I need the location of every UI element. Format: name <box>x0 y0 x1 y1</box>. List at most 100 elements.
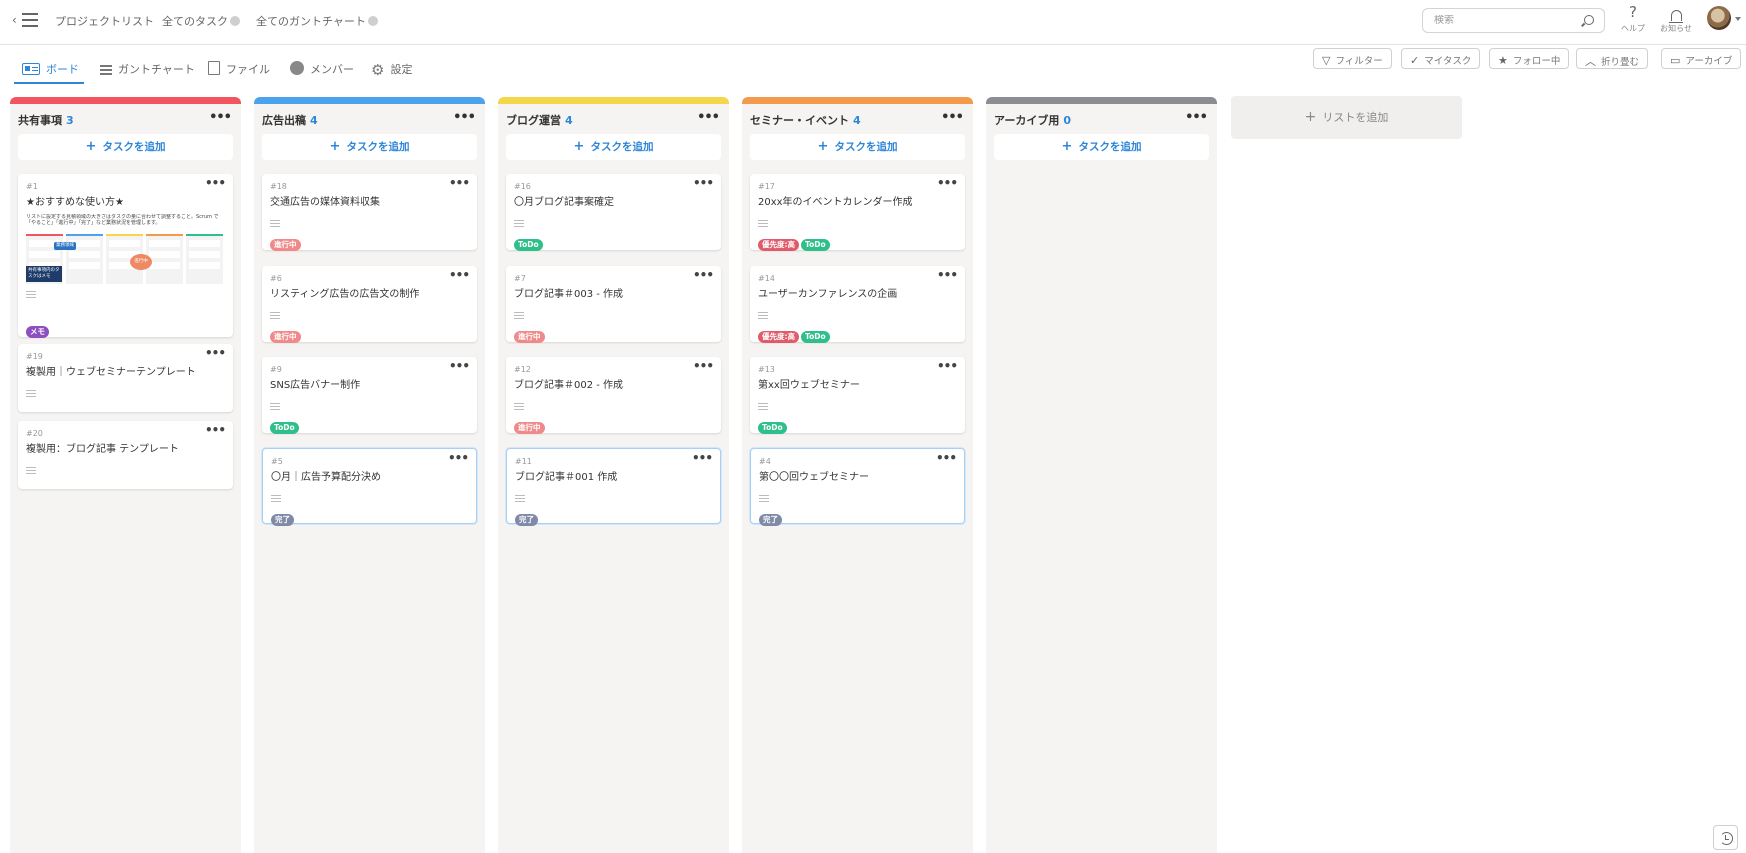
mytask-button[interactable]: ✓ マイタスク <box>1401 48 1481 69</box>
card-more-icon[interactable]: ••• <box>205 346 226 360</box>
task-title: リスティング広告の広告文の制作 <box>270 289 420 300</box>
card-more-icon[interactable]: ••• <box>449 359 470 373</box>
status-badge[interactable]: 進行中 <box>514 331 545 343</box>
all-tasks-link[interactable]: 全てのタスク <box>162 13 240 29</box>
status-badge[interactable]: 進行中 <box>270 239 301 251</box>
list-title[interactable]: 広告出稿 4 <box>262 112 318 128</box>
task-card[interactable]: #4 ••• 第〇〇回ウェブセミナー 完了 <box>750 448 965 526</box>
card-more-icon[interactable]: ••• <box>448 451 469 465</box>
tab-files[interactable]: ファイル <box>208 52 270 84</box>
notification-button[interactable]: お知らせ <box>1656 2 1696 34</box>
tag-list: 進行中 <box>270 324 303 343</box>
card-more-icon[interactable]: ••• <box>937 359 958 373</box>
card-more-icon[interactable]: ••• <box>692 451 713 465</box>
task-number: #16 <box>514 182 531 191</box>
task-card[interactable]: #17 ••• 20xx年のイベントカレンダー作成 優先度:高 ToDo <box>750 174 965 251</box>
member-icon <box>290 61 304 75</box>
collapse-button[interactable]: ︿ 折り畳む <box>1576 48 1649 69</box>
tag-list: 進行中 <box>514 324 547 343</box>
avatar <box>1707 6 1731 30</box>
status-badge[interactable]: ToDo <box>514 239 543 251</box>
list-more-icon[interactable]: ••• <box>1185 110 1208 125</box>
task-card[interactable]: #11 ••• ブログ記事＃001 作成 完了 <box>506 448 721 526</box>
status-badge[interactable]: 進行中 <box>270 331 301 343</box>
list-more-icon[interactable]: ••• <box>209 110 232 125</box>
add-task-button[interactable]: + タスクを追加 <box>750 134 965 160</box>
add-task-button[interactable]: + タスクを追加 <box>994 134 1209 160</box>
card-more-icon[interactable]: ••• <box>937 176 958 190</box>
mytask-label: マイタスク <box>1424 56 1472 67</box>
status-badge[interactable]: 優先度:高 <box>758 331 799 343</box>
card-more-icon[interactable]: ••• <box>205 176 226 190</box>
search-box[interactable] <box>1422 8 1605 33</box>
task-card[interactable]: #18 ••• 交通広告の媒体資料収集 進行中 <box>262 174 477 251</box>
funnel-icon: ▽ <box>1322 54 1331 67</box>
card-more-icon[interactable]: ••• <box>693 359 714 373</box>
menu-toggle-icon[interactable]: ‹ <box>12 11 38 29</box>
card-more-icon[interactable]: ••• <box>693 268 714 282</box>
task-card[interactable]: #19 ••• 複製用｜ウェブセミナーテンプレート <box>18 344 233 412</box>
tab-members[interactable]: メンバー <box>290 52 354 84</box>
status-badge[interactable]: 完了 <box>271 514 294 526</box>
tab-gantt[interactable]: ガントチャート <box>100 52 195 84</box>
all-gantt-link[interactable]: 全てのガントチャート <box>256 13 378 29</box>
list-title[interactable]: ブログ運営 4 <box>506 112 573 128</box>
add-task-button[interactable]: + タスクを追加 <box>262 134 477 160</box>
task-card[interactable]: #20 ••• 複製用：ブログ記事 テンプレート <box>18 421 233 489</box>
task-card[interactable]: #5 ••• 〇月｜広告予算配分決め 完了 <box>262 448 477 526</box>
add-task-button[interactable]: + タスクを追加 <box>506 134 721 160</box>
help-button[interactable]: ? ヘルプ <box>1613 2 1653 34</box>
card-more-icon[interactable]: ••• <box>936 451 957 465</box>
tab-members-label: メンバー <box>310 63 354 76</box>
user-menu[interactable] <box>1707 6 1743 32</box>
status-badge[interactable]: ToDo <box>270 422 299 434</box>
card-more-icon[interactable]: ••• <box>449 176 470 190</box>
status-badge[interactable]: 完了 <box>759 514 782 526</box>
status-badge[interactable]: メモ <box>26 326 49 338</box>
task-card[interactable]: #6 ••• リスティング広告の広告文の制作 進行中 <box>262 266 477 343</box>
status-badge[interactable]: 完了 <box>515 514 538 526</box>
task-title: ブログ記事＃001 作成 <box>515 472 618 483</box>
tab-settings[interactable]: ⚙ 設定 <box>371 52 412 84</box>
tab-board-label: ボード <box>46 63 79 76</box>
status-badge[interactable]: ToDo <box>801 331 830 343</box>
task-card[interactable]: #16 ••• 〇月ブログ記事案確定 ToDo <box>506 174 721 251</box>
all-tasks-label: 全てのタスク <box>162 15 228 28</box>
filter-button[interactable]: ▽ フィルター <box>1313 48 1392 69</box>
add-task-button[interactable]: + タスクを追加 <box>18 134 233 160</box>
status-badge[interactable]: ToDo <box>801 239 830 251</box>
tab-board[interactable]: ボード <box>14 52 84 84</box>
task-card[interactable]: #12 ••• ブログ記事＃002 - 作成 進行中 <box>506 357 721 434</box>
list-title[interactable]: アーカイブ用 0 <box>994 112 1071 128</box>
description-icon <box>759 495 769 504</box>
task-card[interactable]: #9 ••• SNS広告バナー制作 ToDo <box>262 357 477 434</box>
list-more-icon[interactable]: ••• <box>697 110 720 125</box>
task-card[interactable]: #1 ••• ★おすすめな使い方★ リストに設定する見積領域の大きさはタスクの量… <box>18 174 233 338</box>
description-icon <box>514 403 524 412</box>
search-icon[interactable] <box>1584 15 1594 25</box>
task-number: #7 <box>514 274 526 283</box>
project-list-link[interactable]: プロジェクトリスト <box>55 13 154 29</box>
add-list-button[interactable]: + リストを追加 <box>1231 96 1462 139</box>
list-more-icon[interactable]: ••• <box>453 110 476 125</box>
tag-list: ToDo <box>514 232 545 251</box>
status-badge[interactable]: 優先度:高 <box>758 239 799 251</box>
task-card[interactable]: #13 ••• 第xx回ウェブセミナー ToDo <box>750 357 965 434</box>
card-more-icon[interactable]: ••• <box>937 268 958 282</box>
list-title[interactable]: 共有事項 3 <box>18 112 74 128</box>
status-badge[interactable]: 進行中 <box>514 422 545 434</box>
list-title[interactable]: セミナー・イベント 4 <box>750 112 861 128</box>
card-more-icon[interactable]: ••• <box>693 176 714 190</box>
search-input[interactable] <box>1434 15 1574 26</box>
card-more-icon[interactable]: ••• <box>205 423 226 437</box>
history-icon[interactable] <box>1713 825 1738 850</box>
following-button[interactable]: ★ フォロー中 <box>1489 48 1570 69</box>
status-badge[interactable]: ToDo <box>758 422 787 434</box>
list-more-icon[interactable]: ••• <box>941 110 964 125</box>
task-card[interactable]: #14 ••• ユーザーカンファレンスの企画 優先度:高 ToDo <box>750 266 965 343</box>
check-icon: ✓ <box>1410 54 1420 67</box>
task-card[interactable]: #7 ••• ブログ記事＃003 - 作成 進行中 <box>506 266 721 343</box>
archive-button[interactable]: ▭ アーカイブ <box>1661 48 1742 69</box>
description-icon <box>758 312 768 321</box>
card-more-icon[interactable]: ••• <box>449 268 470 282</box>
